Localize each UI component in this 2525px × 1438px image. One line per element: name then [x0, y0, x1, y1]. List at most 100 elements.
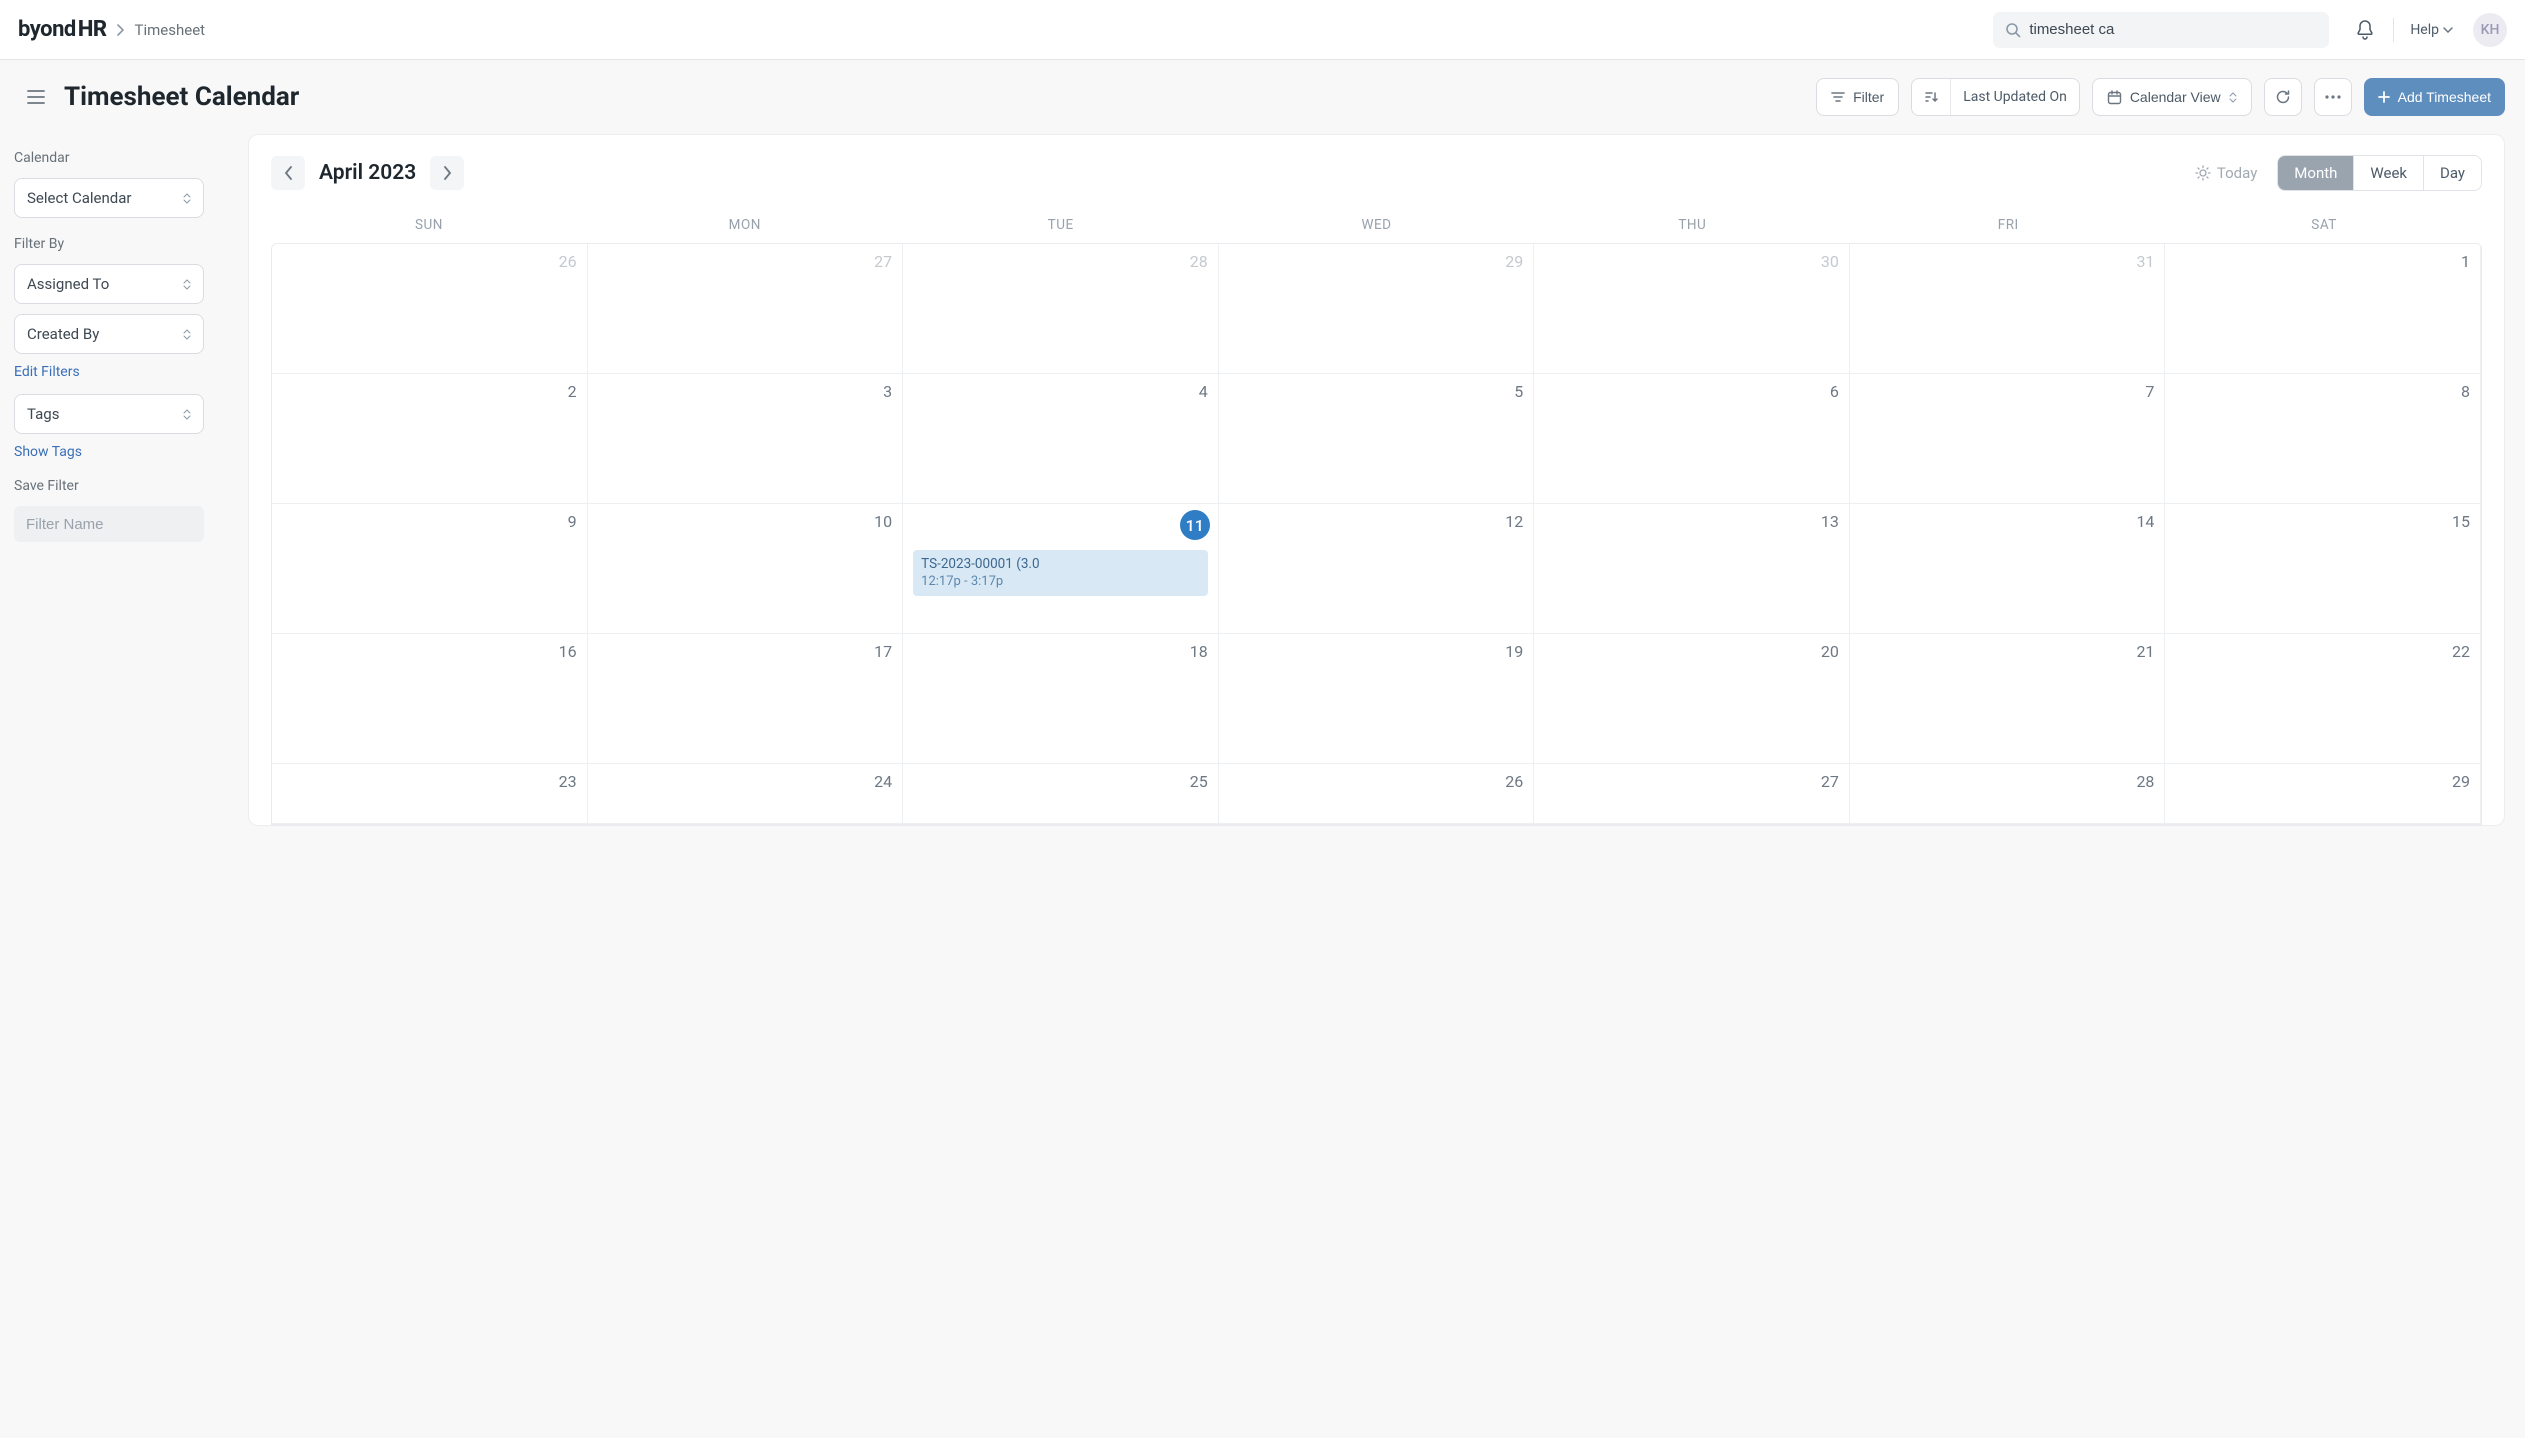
menu-icon — [27, 90, 45, 104]
breadcrumb[interactable]: Timesheet — [135, 21, 206, 39]
view-label: Calendar View — [2130, 89, 2221, 105]
day-number: 30 — [1821, 252, 1839, 271]
day-cell[interactable]: 17 — [588, 634, 904, 764]
prev-month-button[interactable] — [271, 156, 305, 190]
event-title: TS-2023-00001 (3.0 — [921, 555, 1200, 573]
day-number: 6 — [1830, 382, 1839, 401]
day-cell[interactable]: 15 — [2165, 504, 2481, 634]
day-cell[interactable]: 31 — [1850, 244, 2166, 374]
search-input[interactable] — [2029, 21, 2317, 38]
dow-row: SUNMONTUEWEDTHUFRISAT — [271, 211, 2482, 243]
day-cell[interactable]: 7 — [1850, 374, 2166, 504]
divider — [2393, 18, 2394, 42]
day-cell[interactable]: 14 — [1850, 504, 2166, 634]
day-number: 7 — [2145, 382, 2154, 401]
day-cell[interactable]: 2 — [272, 374, 588, 504]
calendar-icon — [2107, 90, 2122, 105]
day-cell[interactable]: 16 — [272, 634, 588, 764]
day-number: 27 — [874, 252, 892, 271]
bell-icon — [2356, 20, 2374, 40]
updown-icon — [183, 279, 191, 290]
select-calendar[interactable]: Select Calendar — [14, 178, 204, 218]
day-cell[interactable]: 27 — [1534, 764, 1850, 824]
sort-icon — [1924, 90, 1938, 104]
day-number: 1 — [2461, 252, 2470, 271]
day-cell[interactable]: 8 — [2165, 374, 2481, 504]
day-cell[interactable]: 11TS-2023-00001 (3.012:17p - 3:17p — [903, 504, 1219, 634]
day-number: 16 — [559, 642, 577, 661]
day-cell[interactable]: 19 — [1219, 634, 1535, 764]
day-number: 25 — [1190, 772, 1208, 791]
day-cell[interactable]: 5 — [1219, 374, 1535, 504]
view-selector[interactable]: Calendar View — [2092, 78, 2252, 116]
more-button[interactable] — [2314, 78, 2352, 116]
last-updated-button[interactable]: Last Updated On — [1950, 79, 2079, 115]
day-number: 24 — [874, 772, 892, 791]
filter-label: Filter — [1853, 89, 1884, 105]
day-cell[interactable]: 28 — [903, 244, 1219, 374]
notifications-button[interactable] — [2347, 12, 2383, 48]
refresh-icon — [2275, 89, 2291, 105]
day-number: 26 — [1505, 772, 1523, 791]
day-cell[interactable]: 30 — [1534, 244, 1850, 374]
day-cell[interactable]: 3 — [588, 374, 904, 504]
day-cell[interactable]: 24 — [588, 764, 904, 824]
day-cell[interactable]: 4 — [903, 374, 1219, 504]
plus-icon — [2378, 91, 2390, 103]
chevron-right-icon — [117, 24, 125, 36]
day-cell[interactable]: 12 — [1219, 504, 1535, 634]
day-cell[interactable]: 28 — [1850, 764, 2166, 824]
day-cell[interactable]: 29 — [2165, 764, 2481, 824]
day-cell[interactable]: 29 — [1219, 244, 1535, 374]
filter-button[interactable]: Filter — [1816, 78, 1899, 116]
refresh-button[interactable] — [2264, 78, 2302, 116]
brand-logo[interactable]: byondHR — [18, 17, 107, 42]
filter-assigned-to[interactable]: Assigned To — [14, 264, 204, 304]
dow-wed: WED — [1219, 211, 1535, 243]
sort-button[interactable] — [1912, 79, 1950, 115]
day-cell[interactable]: 20 — [1534, 634, 1850, 764]
created-by-value: Created By — [27, 325, 99, 343]
day-number: 5 — [1514, 382, 1523, 401]
view-month[interactable]: Month — [2278, 156, 2353, 190]
help-menu[interactable]: Help — [2404, 12, 2459, 48]
select-calendar-value: Select Calendar — [27, 189, 131, 207]
day-cell[interactable]: 21 — [1850, 634, 2166, 764]
page-header: Timesheet Calendar Filter Last Updated O… — [0, 60, 2525, 134]
search-box[interactable] — [1993, 12, 2329, 48]
filter-created-by[interactable]: Created By — [14, 314, 204, 354]
day-cell[interactable]: 23 — [272, 764, 588, 824]
day-number: 12 — [1505, 512, 1523, 531]
view-day[interactable]: Day — [2423, 156, 2481, 190]
filter-tags[interactable]: Tags — [14, 394, 204, 434]
day-number: 21 — [2136, 642, 2154, 661]
navbar: byondHR Timesheet Help KH — [0, 0, 2525, 60]
day-cell[interactable]: 13 — [1534, 504, 1850, 634]
day-cell[interactable]: 18 — [903, 634, 1219, 764]
day-number: 19 — [1505, 642, 1523, 661]
sidebar-calendar-label: Calendar — [14, 150, 238, 166]
filter-icon — [1831, 91, 1845, 103]
sidebar-toggle[interactable] — [20, 81, 52, 113]
filter-name-input[interactable] — [14, 506, 204, 542]
day-cell[interactable]: 22 — [2165, 634, 2481, 764]
avatar[interactable]: KH — [2473, 13, 2507, 47]
edit-filters-link[interactable]: Edit Filters — [14, 364, 80, 380]
calendar-event[interactable]: TS-2023-00001 (3.012:17p - 3:17p — [913, 550, 1208, 596]
day-number: 3 — [883, 382, 892, 401]
dow-sun: SUN — [271, 211, 587, 243]
day-cell[interactable]: 10 — [588, 504, 904, 634]
show-tags-link[interactable]: Show Tags — [14, 444, 82, 460]
day-cell[interactable]: 26 — [272, 244, 588, 374]
day-cell[interactable]: 26 — [1219, 764, 1535, 824]
today-button[interactable]: Today — [2183, 164, 2269, 182]
day-cell[interactable]: 6 — [1534, 374, 1850, 504]
add-timesheet-button[interactable]: Add Timesheet — [2364, 78, 2505, 116]
day-cell[interactable]: 25 — [903, 764, 1219, 824]
day-cell[interactable]: 27 — [588, 244, 904, 374]
day-cell[interactable]: 1 — [2165, 244, 2481, 374]
calendar-header: April 2023 Today Month Week Day — [271, 155, 2482, 191]
next-month-button[interactable] — [430, 156, 464, 190]
view-week[interactable]: Week — [2353, 156, 2423, 190]
day-cell[interactable]: 9 — [272, 504, 588, 634]
